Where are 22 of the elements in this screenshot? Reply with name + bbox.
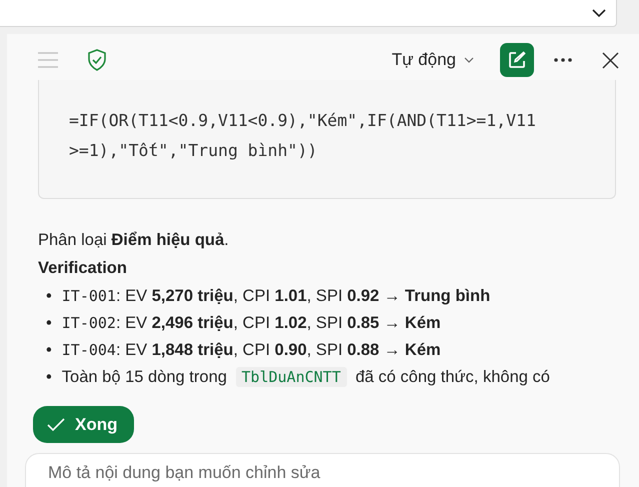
chevron-down-icon <box>464 57 474 63</box>
list-item: IT-001: EV 5,270 triệu, CPI 1.01, SPI 0.92 → Trung bình <box>62 286 490 307</box>
mode-dropdown[interactable]: Tự động <box>388 46 478 74</box>
list-item: Toàn bộ 15 dòng trong TblDuAnCNTT đã có công thức, không có <box>62 366 550 389</box>
bullet-marker: • <box>46 340 52 361</box>
more-icon[interactable] <box>554 58 572 62</box>
edit-button[interactable] <box>500 43 534 77</box>
shield-check-icon <box>87 49 107 71</box>
close-icon[interactable] <box>602 52 619 68</box>
edit-icon <box>507 50 527 70</box>
bullet-marker: • <box>46 313 52 334</box>
section-heading: Verification <box>38 258 128 279</box>
done-button[interactable]: Xong <box>33 406 134 443</box>
bullet-marker: • <box>46 367 52 388</box>
checkmark-icon <box>47 418 65 432</box>
bullet-marker: • <box>46 286 52 307</box>
list-item: IT-004: EV 1,848 triệu, CPI 0.90, SPI 0.88 → Kém <box>62 340 441 361</box>
chevron-down-icon[interactable] <box>592 8 606 18</box>
list-item: IT-002: EV 2,496 triệu, CPI 1.02, SPI 0.85 → Kém <box>62 313 441 334</box>
summary-text: Phân loại Điểm hiệu quả. <box>38 230 230 251</box>
prompt-field[interactable]: Mô tả nội dung bạn muốn chỉnh sửa <box>25 453 620 487</box>
code-block: =IF(OR(T11<0.9,V11<0.9),"Kém",IF(AND(T11>=1,V11 >=1),"Tốt","Trung bình")) <box>38 80 616 199</box>
